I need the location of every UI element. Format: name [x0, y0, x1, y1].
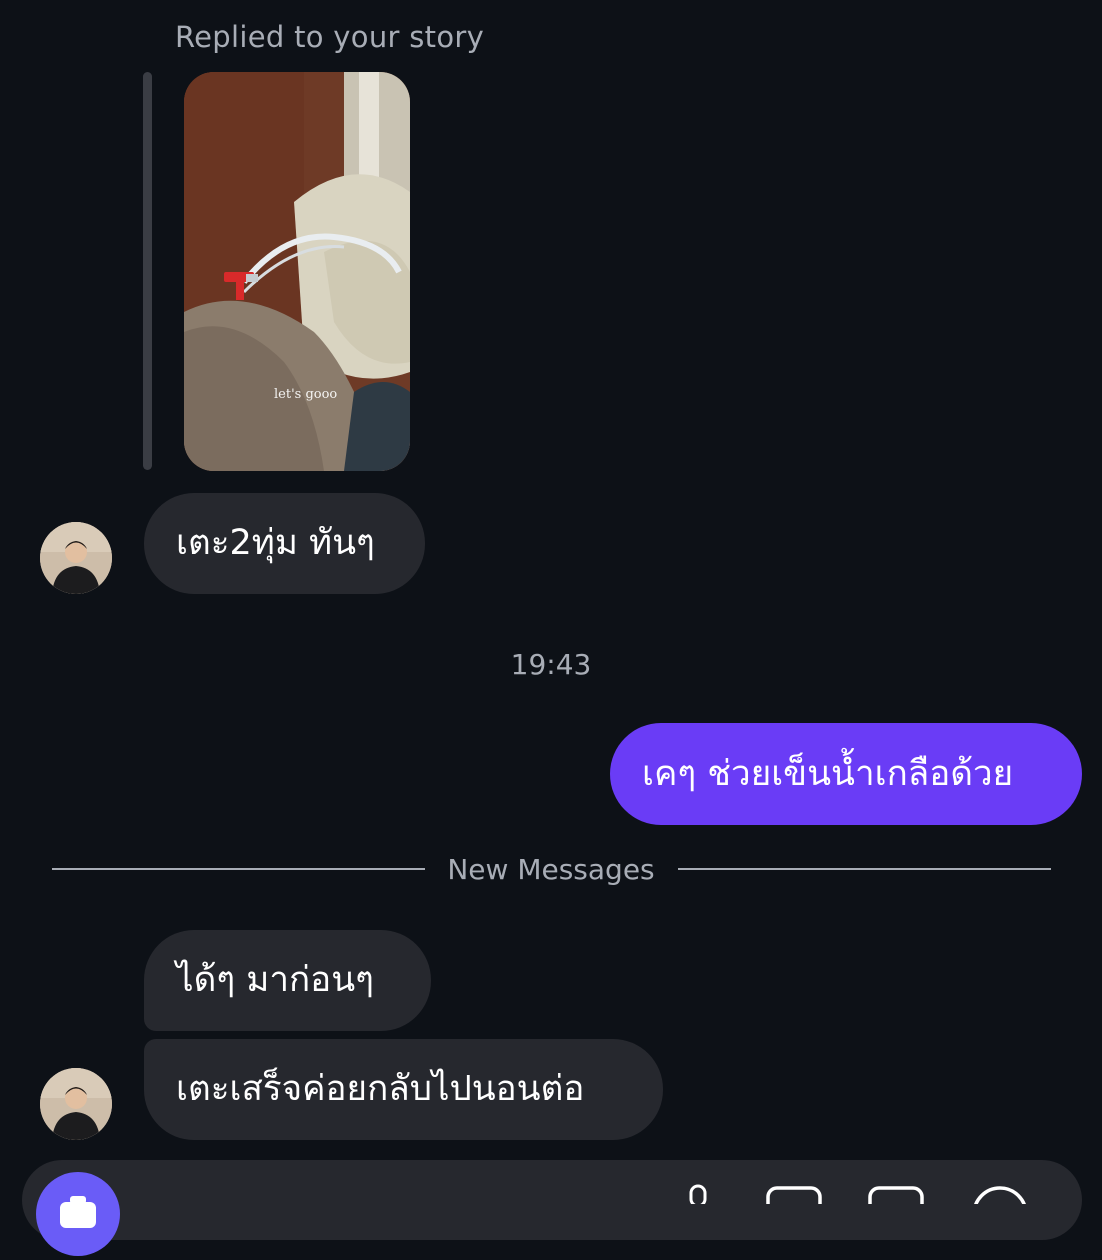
camera-icon [60, 1196, 96, 1228]
story-caption: let's gooo [274, 387, 338, 402]
story-thumbnail[interactable]: let's gooo [184, 72, 410, 471]
reply-label: Replied to your story [175, 20, 485, 54]
message-bubble[interactable]: เตะ2ทุ่ม ทันๆ [144, 493, 425, 594]
avatar[interactable] [40, 522, 112, 594]
add-circle-icon[interactable] [970, 1184, 1030, 1204]
story-image [184, 72, 410, 471]
message-timestamp: 19:43 [510, 648, 592, 681]
microphone-icon[interactable] [680, 1184, 716, 1204]
sticker-icon[interactable] [866, 1184, 926, 1204]
avatar[interactable] [40, 1068, 112, 1140]
camera-button[interactable] [36, 1172, 120, 1256]
reply-quote-bar [143, 72, 152, 470]
message-bubble[interactable]: เตะเสร็จค่อยกลับไปนอนต่อ [144, 1039, 663, 1140]
outgoing-message-bubble[interactable]: เคๆ ช่วยเข็นน้ำเกลือด้วย [610, 723, 1082, 825]
new-messages-divider-line-right [678, 868, 1051, 870]
message-bubble[interactable]: ได้ๆ มาก่อนๆ [144, 930, 431, 1031]
image-icon[interactable] [764, 1184, 824, 1204]
